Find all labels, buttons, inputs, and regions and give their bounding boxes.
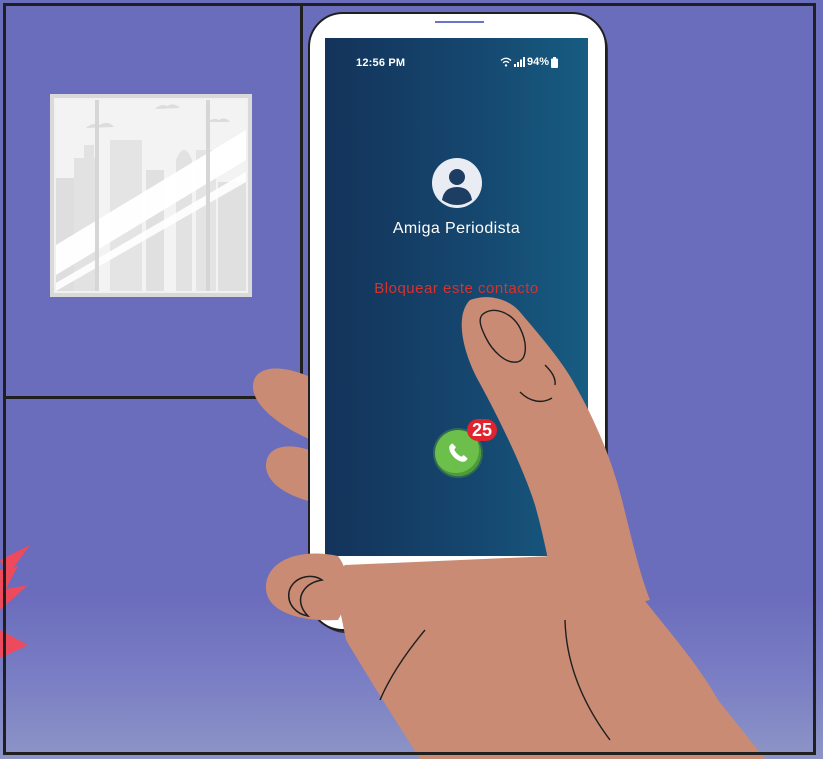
battery-level: 94% [526, 56, 549, 68]
battery-icon [551, 56, 558, 68]
missed-calls-badge: 25 [467, 419, 497, 441]
status-time: 12:56 PM [356, 57, 406, 69]
alert-burst [0, 545, 30, 658]
phone-screen: 12:56 PM 94% Amiga Periodista Bloquear e… [325, 38, 588, 556]
phone-icon [449, 443, 468, 462]
signal-icon [513, 57, 525, 67]
window-illustration [50, 94, 252, 297]
home-button[interactable] [442, 575, 472, 605]
contact-name: Amiga Periodista [392, 220, 521, 237]
block-contact-link[interactable]: Bloquear este contacto [325, 280, 588, 297]
wifi-icon [500, 57, 512, 67]
illustration-scene: 12:56 PM 94% Amiga Periodista Bloquear e… [0, 0, 823, 759]
status-icons: 94% [500, 56, 558, 68]
person-icon [432, 158, 482, 208]
